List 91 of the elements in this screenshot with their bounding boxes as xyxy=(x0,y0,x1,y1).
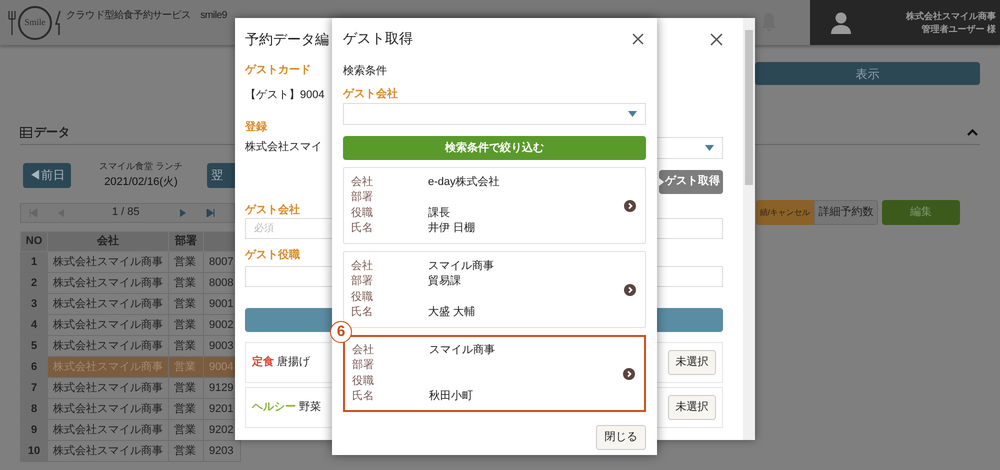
field-label: 部署 xyxy=(351,274,374,289)
knife-icon xyxy=(54,10,62,36)
menu-name: 野菜 xyxy=(299,400,321,415)
field-label: 役職 xyxy=(351,206,374,220)
field-value: スマイル商事 xyxy=(429,342,495,358)
column-header: 会社 xyxy=(48,232,168,252)
table-cell: 9203 xyxy=(204,440,240,462)
field-label: 会社 xyxy=(351,174,374,190)
table-cell: 7 xyxy=(20,378,48,398)
guest-fetch-button[interactable]: ゲスト取得 xyxy=(659,170,723,194)
select-field[interactable] xyxy=(343,103,646,125)
close-icon xyxy=(632,32,644,44)
scrollbar[interactable] xyxy=(743,18,755,440)
field-label: 氏名 xyxy=(351,305,374,320)
field-label: 部署 xyxy=(351,190,374,205)
field-label: 登録 xyxy=(245,120,267,135)
field-value: 秋田小町 xyxy=(429,389,474,404)
page-indicator: 1 / 85 xyxy=(112,205,141,220)
table-icon xyxy=(20,126,32,138)
chevron-right-icon xyxy=(624,284,636,296)
field-label: ゲストカード xyxy=(245,63,311,78)
field-label: ゲスト会社 xyxy=(245,202,300,218)
table-cell: 4 xyxy=(20,314,48,336)
date-text: 2021/02/16(火) xyxy=(104,174,178,190)
field-label: 会社 xyxy=(352,342,375,358)
table-cell: 10 xyxy=(20,440,48,462)
unselected-button[interactable]: 未選択 xyxy=(668,350,716,374)
chevron-right-icon xyxy=(624,200,636,212)
close-icon xyxy=(710,33,723,46)
table-cell: 8 xyxy=(20,398,48,420)
close-button[interactable] xyxy=(632,32,644,44)
dialog-title: ゲスト取得 xyxy=(343,29,413,48)
next-day-button[interactable]: 翌 xyxy=(207,162,237,188)
column-header: NO xyxy=(20,232,48,252)
filter-button[interactable]: 検索条件で絞り込む xyxy=(343,136,646,160)
panel-heading: データ xyxy=(34,124,70,141)
table-cell: 5 xyxy=(20,336,48,356)
field-value: スマイル商事 xyxy=(428,258,494,274)
action-button[interactable]: 績/キャンセル xyxy=(756,200,814,225)
table-cell: 3 xyxy=(20,294,48,314)
table-cell: 株式会社スマイル商事 xyxy=(48,440,168,462)
field-value: 井伊 日棚 xyxy=(428,221,476,236)
field-label: ゲスト会社 xyxy=(343,86,398,102)
guest-result-card[interactable]: 会社 スマイル商事 部署 貿易課 役職 氏名 大盛 大輔 xyxy=(343,251,646,328)
field-label: 氏名 xyxy=(351,221,374,236)
field-label: 氏名 xyxy=(352,389,375,404)
play-icon xyxy=(659,178,664,186)
field-value: 貿易課 xyxy=(428,274,462,289)
user-company: 株式会社スマイル商事 xyxy=(906,10,996,22)
action-button[interactable]: 詳細予約数 xyxy=(814,200,878,225)
dialog-title: 予約データ編 xyxy=(245,30,329,49)
table-cell: 1 xyxy=(20,252,48,272)
user-role: 管理者ユーザー 様 xyxy=(921,22,996,36)
dropdown-arrow-icon xyxy=(705,144,714,150)
field-label: 会社 xyxy=(351,258,374,274)
field-label: 役職 xyxy=(351,290,374,304)
guest-result-card[interactable]: 会社 e-day株式会社 部署 役職 課長 氏名 井伊 日棚 xyxy=(343,167,646,244)
callout-badge: 6 xyxy=(330,321,352,343)
guest-card-value: 【ゲスト】9004 xyxy=(245,88,324,102)
registration-value: 株式会社スマイ xyxy=(245,140,322,156)
cafeteria-label: スマイル食堂 ランチ xyxy=(99,160,183,173)
table-cell: 営業 xyxy=(168,440,204,462)
table-cell: 6 xyxy=(20,356,48,378)
table-cell: 2 xyxy=(20,272,48,294)
field-label: ゲスト役職 xyxy=(245,248,300,263)
table-row[interactable]: 9 株式会社スマイル商事 営業 9202 xyxy=(20,420,240,440)
field-value: 課長 xyxy=(428,206,451,220)
section-heading: 検索条件 xyxy=(343,64,387,79)
menu-category: 定食 xyxy=(252,354,274,370)
table-row[interactable]: 10 株式会社スマイル商事 営業 9203 xyxy=(20,440,240,462)
unselected-button[interactable]: 未選択 xyxy=(668,394,716,420)
field-label: 役職 xyxy=(352,374,375,388)
user-icon xyxy=(830,12,852,34)
logo-text: Smile xyxy=(24,16,46,30)
close-dialog-button[interactable]: 閉じる xyxy=(596,425,646,450)
next-page-icon xyxy=(180,208,186,216)
last-page-icon xyxy=(206,208,215,216)
field-label: 部署 xyxy=(352,358,375,373)
menu-category: ヘルシー xyxy=(252,400,296,415)
field-value: e-day株式会社 xyxy=(428,174,500,190)
table-cell: 9 xyxy=(20,420,48,440)
app-title: クラウド型給食予約サービス smile9 xyxy=(66,8,227,23)
menu-name: 唐揚げ xyxy=(277,354,310,370)
fork-icon xyxy=(8,10,16,36)
dropdown-arrow-icon xyxy=(628,111,637,117)
chevron-right-icon xyxy=(623,368,635,380)
guest-result-card[interactable]: 会社 スマイル商事 部署 役職 氏名 秋田小町 xyxy=(343,335,646,412)
action-button[interactable]: 編集 xyxy=(882,200,960,225)
field-value: 大盛 大輔 xyxy=(428,305,476,320)
prev-day-button[interactable]: ◀前日 xyxy=(23,162,71,188)
show-button[interactable]: 表示 xyxy=(755,62,980,85)
